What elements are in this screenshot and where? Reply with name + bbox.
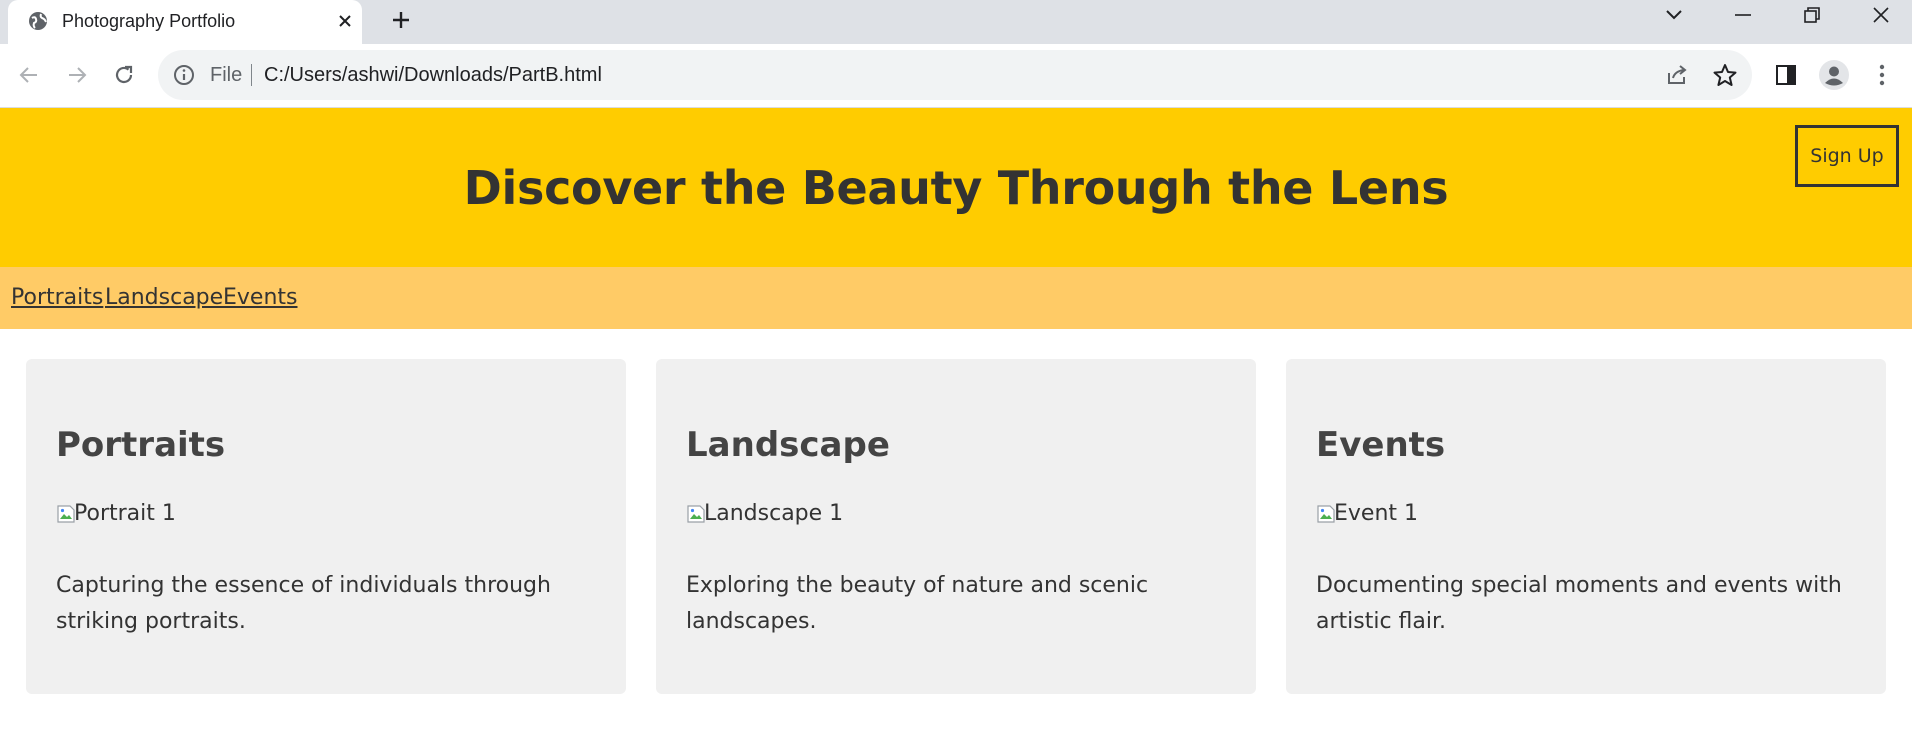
close-icon[interactable] xyxy=(1856,0,1906,30)
profile-icon[interactable] xyxy=(1818,59,1850,91)
card-events: Events Event 1 Documenting special momen… xyxy=(1286,359,1886,694)
tab-close-icon[interactable] xyxy=(332,8,358,34)
forward-icon[interactable] xyxy=(60,58,94,92)
card-image: Event 1 xyxy=(1316,499,1418,529)
address-url[interactable]: C:/Users/ashwi/Downloads/PartB.html xyxy=(264,62,602,88)
broken-image-icon xyxy=(1317,505,1335,523)
minimize-icon[interactable] xyxy=(1718,0,1768,30)
card-title: Events xyxy=(1316,425,1446,465)
broken-image-icon xyxy=(687,505,705,523)
broken-image-icon xyxy=(57,505,75,523)
nav-link-landscape[interactable]: Landscape xyxy=(105,284,223,312)
page-viewport: Discover the Beauty Through the Lens Sig… xyxy=(0,108,1912,740)
card-description: Capturing the essence of individuals thr… xyxy=(56,573,551,634)
image-alt-text: Portrait 1 xyxy=(74,501,176,526)
star-icon[interactable] xyxy=(1712,62,1738,88)
globe-icon xyxy=(27,10,49,32)
card-title: Landscape xyxy=(686,425,890,465)
card-title: Portraits xyxy=(56,425,226,465)
card-image: Landscape 1 xyxy=(686,499,843,529)
restore-icon[interactable] xyxy=(1787,0,1837,30)
card-portraits: Portraits Portrait 1 Capturing the essen… xyxy=(26,359,626,694)
card-image: Portrait 1 xyxy=(56,499,176,529)
address-separator xyxy=(251,64,252,86)
category-nav: Portraits Landscape Events xyxy=(0,267,1912,329)
address-bar[interactable]: File C:/Users/ashwi/Downloads/PartB.html xyxy=(158,50,1752,100)
card-description: Exploring the beauty of nature and sceni… xyxy=(686,573,1149,634)
tab-title: Photography Portfolio xyxy=(62,11,236,31)
card-landscape: Landscape Landscape 1 Exploring the beau… xyxy=(656,359,1256,694)
card-description: Documenting special moments and events w… xyxy=(1316,573,1842,634)
menu-icon[interactable] xyxy=(1866,59,1898,91)
page-header: Discover the Beauty Through the Lens Sig… xyxy=(0,108,1912,267)
new-tab-icon[interactable] xyxy=(386,5,416,35)
share-icon[interactable] xyxy=(1664,62,1690,88)
image-alt-text: Landscape 1 xyxy=(704,501,844,526)
sign-up-button[interactable]: Sign Up xyxy=(1795,125,1899,187)
side-panel-icon[interactable] xyxy=(1770,59,1802,91)
info-icon[interactable] xyxy=(172,63,196,87)
browser-tab-active[interactable]: Photography Portfolio xyxy=(8,0,362,44)
back-icon[interactable] xyxy=(12,58,46,92)
browser-toolbar: File C:/Users/ashwi/Downloads/PartB.html xyxy=(0,44,1912,108)
nav-link-events[interactable]: Events xyxy=(223,284,298,312)
tab-search-icon[interactable] xyxy=(1649,0,1699,30)
page-title: Discover the Beauty Through the Lens xyxy=(463,161,1449,215)
tab-strip: Photography Portfolio xyxy=(0,0,1912,44)
nav-link-portraits[interactable]: Portraits xyxy=(11,284,103,312)
address-scheme-label: File xyxy=(210,64,243,86)
reload-icon[interactable] xyxy=(107,58,141,92)
image-alt-text: Event 1 xyxy=(1334,501,1419,526)
